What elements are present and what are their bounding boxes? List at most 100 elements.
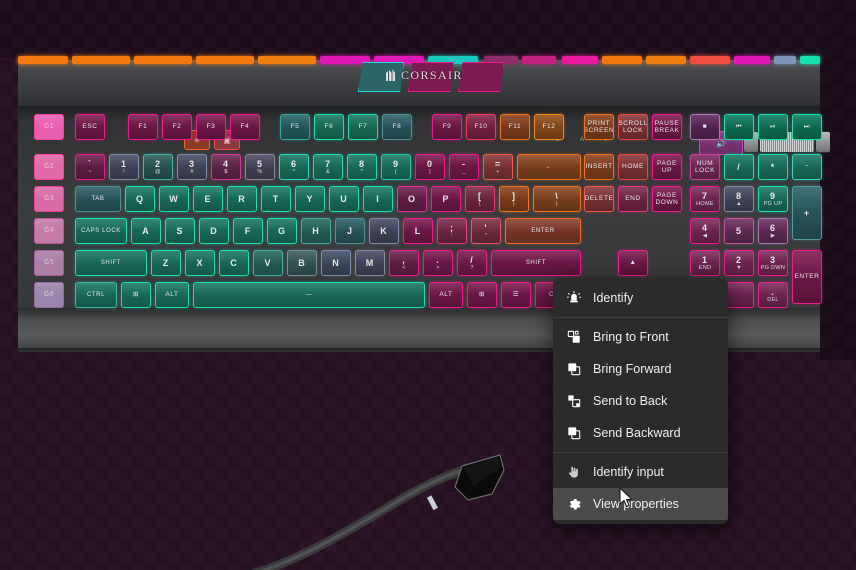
lightbar-segment[interactable] — [18, 56, 68, 64]
key-sym[interactable]: * — [758, 154, 788, 180]
key-7[interactable]: 7 & — [313, 154, 343, 180]
key-shift[interactable]: SHIFT — [491, 250, 581, 276]
key-p[interactable]: P — [431, 186, 461, 212]
key-page-down[interactable]: PAGE DOWN — [652, 186, 682, 212]
key-w[interactable]: W — [159, 186, 189, 212]
key-m[interactable]: M — [355, 250, 385, 276]
key-sym[interactable]: ← — [517, 154, 581, 180]
key-f3[interactable]: F3 — [196, 114, 226, 140]
key-print-screen[interactable]: PRINT SCREEN — [584, 114, 614, 140]
key-d[interactable]: D — [199, 218, 229, 244]
key-ctrl[interactable]: CTRL — [75, 282, 117, 308]
key-sym[interactable]: ⏭ — [792, 114, 822, 140]
key-0[interactable]: 0) — [415, 154, 445, 180]
key-c[interactable]: C — [219, 250, 249, 276]
g-key-g3[interactable]: G3 — [34, 186, 64, 212]
key-f6[interactable]: F6 — [314, 114, 344, 140]
key-f8[interactable]: F8 — [382, 114, 412, 140]
key-6[interactable]: 6 ^ — [279, 154, 309, 180]
key-f9[interactable]: F9 — [432, 114, 462, 140]
key-end[interactable]: END — [618, 186, 648, 212]
key-sym[interactable]: /? — [457, 250, 487, 276]
key-pause-break[interactable]: PAUSE BREAK — [652, 114, 682, 140]
key-enter[interactable]: ENTER — [792, 250, 822, 304]
key-l[interactable]: L — [403, 218, 433, 244]
key-h[interactable]: H — [301, 218, 331, 244]
lightbar-segment[interactable] — [646, 56, 686, 64]
g-key-g5[interactable]: G5 — [34, 250, 64, 276]
key-f11[interactable]: F11 — [500, 114, 530, 140]
key-sym[interactable]: , < — [389, 250, 419, 276]
key-caps-lock[interactable]: CAPS LOCK — [75, 218, 127, 244]
key-q[interactable]: Q — [125, 186, 155, 212]
key-o[interactable]: O — [397, 186, 427, 212]
key-sym[interactable]: ⊞ — [121, 282, 151, 308]
context-menu[interactable]: Identify Bring to Front Bring Forward Send … — [553, 278, 728, 524]
lightbar-segment[interactable] — [734, 56, 770, 64]
lightbar-segment[interactable] — [690, 56, 730, 64]
key-2[interactable]: 2 ▼ — [724, 250, 754, 276]
key-8[interactable]: 8 ▲ — [724, 186, 754, 212]
menu-item-send-to-back[interactable]: Send to Back — [553, 385, 728, 417]
key-5[interactable]: 5% — [245, 154, 275, 180]
g-key-g2[interactable]: G2 — [34, 154, 64, 180]
lightbar-segment[interactable] — [800, 56, 820, 64]
key-f1[interactable]: F1 — [128, 114, 158, 140]
key-f2[interactable]: F2 — [162, 114, 192, 140]
key-enter[interactable]: ENTER — [505, 218, 581, 244]
key-4[interactable]: 4 $ — [211, 154, 241, 180]
key-sym[interactable]: ;: — [437, 218, 467, 244]
key-i[interactable]: I — [363, 186, 393, 212]
key-sym[interactable]: / — [724, 154, 754, 180]
key-j[interactable]: J — [335, 218, 365, 244]
key-sym[interactable]: − — [792, 154, 822, 180]
key-f12[interactable]: F12 — [534, 114, 564, 140]
lightbar-segment[interactable] — [258, 56, 316, 64]
key-alt[interactable]: ALT — [155, 282, 189, 308]
key-f[interactable]: F — [233, 218, 263, 244]
key-n[interactable]: N — [321, 250, 351, 276]
key-5[interactable]: 5 — [724, 218, 754, 244]
key-sym[interactable]: ]} — [499, 186, 529, 212]
key-num-lock[interactable]: NUM LOCK — [690, 154, 720, 180]
key-sym[interactable]: ☰ — [501, 282, 531, 308]
key-4[interactable]: 4 ◀ — [690, 218, 720, 244]
lightbar-segment[interactable] — [562, 56, 598, 64]
key-sym[interactable]: . > — [423, 250, 453, 276]
key-v[interactable]: V — [253, 250, 283, 276]
key-f10[interactable]: F10 — [466, 114, 496, 140]
lightbar-segment[interactable] — [196, 56, 254, 64]
key-esc[interactable]: ESC — [75, 114, 105, 140]
key-s[interactable]: S — [165, 218, 195, 244]
g-key-g4[interactable]: G4 — [34, 218, 64, 244]
lightbar-segment[interactable] — [134, 56, 192, 64]
key-home[interactable]: HOME — [618, 154, 648, 180]
menu-item-identify-input[interactable]: Identify input — [553, 456, 728, 488]
key-delete[interactable]: DELETE — [584, 186, 614, 212]
key-y[interactable]: Y — [295, 186, 325, 212]
key-9[interactable]: 9 PG UP — [758, 186, 788, 212]
menu-item-bring-to-front[interactable]: Bring to Front — [553, 321, 728, 353]
key-sym[interactable]: = + — [483, 154, 513, 180]
key-z[interactable]: Z — [151, 250, 181, 276]
key-sym[interactable]: ⊞ — [467, 282, 497, 308]
key-7[interactable]: 7 HOME — [690, 186, 720, 212]
key-shift[interactable]: SHIFT — [75, 250, 147, 276]
key-1[interactable]: 1! — [109, 154, 139, 180]
key-f5[interactable]: F5 — [280, 114, 310, 140]
key-sym[interactable]: . DEL — [758, 282, 788, 308]
menu-item-identify[interactable]: Identify — [553, 282, 728, 314]
key-sym[interactable]: ⏯ — [758, 114, 788, 140]
key-x[interactable]: X — [185, 250, 215, 276]
key-e[interactable]: E — [193, 186, 223, 212]
lightbar-segment[interactable] — [72, 56, 130, 64]
g-key-g6[interactable]: G6 — [34, 282, 64, 308]
key-b[interactable]: B — [287, 250, 317, 276]
lightbar-segment[interactable] — [774, 56, 796, 64]
key-sym[interactable]: - _ — [449, 154, 479, 180]
key-3[interactable]: 3 PG DWN — [758, 250, 788, 276]
key-sym[interactable]: — — [193, 282, 425, 308]
menu-item-bring-forward[interactable]: Bring Forward — [553, 353, 728, 385]
key-g[interactable]: G — [267, 218, 297, 244]
menu-item-send-backward[interactable]: Send Backward — [553, 417, 728, 449]
